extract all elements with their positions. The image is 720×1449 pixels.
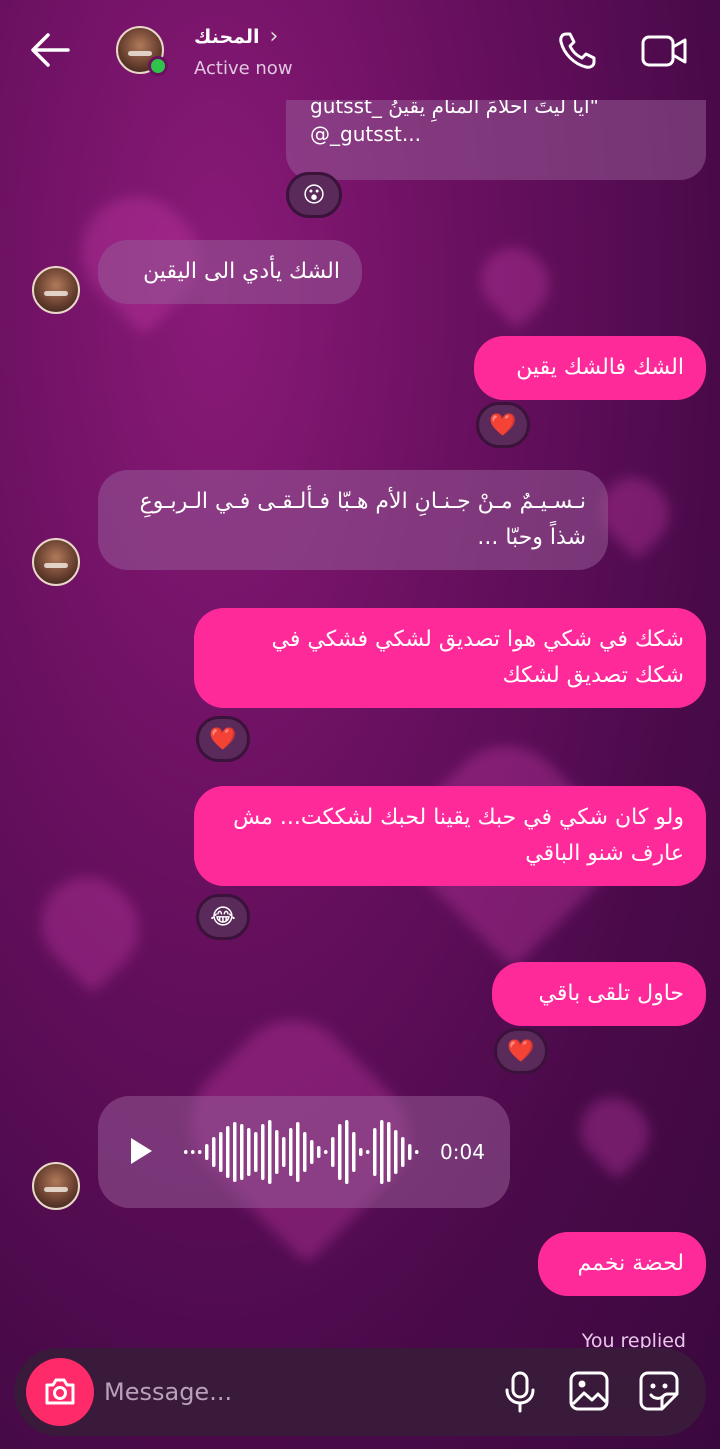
sender-avatar[interactable] — [32, 538, 80, 586]
back-arrow-icon[interactable] — [28, 30, 72, 70]
waveform-bar — [296, 1122, 300, 1182]
background-heart — [467, 234, 563, 330]
message-text: نـسـيـمٌ مـنْ جـنـانِ الأم هـبّا فـألـقـ… — [139, 489, 586, 550]
play-icon[interactable] — [128, 1136, 154, 1166]
sticker-icon[interactable] — [638, 1370, 680, 1412]
waveform-bar — [226, 1126, 230, 1178]
sender-avatar[interactable] — [32, 266, 80, 314]
waveform-bar — [331, 1137, 335, 1167]
active-status: Active now — [194, 58, 293, 79]
message-text: شكك في شكي هوا تصديق لشكي فشكي في شكك تص… — [271, 627, 684, 688]
waveform-bar — [415, 1150, 419, 1154]
waveform-bar — [219, 1132, 223, 1172]
waveform-bar — [380, 1120, 384, 1184]
waveform-bar — [387, 1122, 391, 1182]
heart-emoji: ❤️ — [209, 726, 237, 752]
waveform-bar — [275, 1130, 279, 1174]
surprised-emoji: 😮 — [302, 182, 326, 208]
message-input[interactable] — [104, 1368, 484, 1416]
waveform-bar — [198, 1150, 202, 1154]
waveform-bar — [184, 1150, 188, 1154]
waveform-bar — [317, 1146, 321, 1158]
reply-preview-text: "ايا ليتَ احلامَ المنامِ يقينُ _gutsst — [310, 100, 599, 118]
waveform-bar — [352, 1132, 356, 1172]
waveform-bar — [289, 1128, 293, 1176]
waveform-bar — [268, 1120, 272, 1184]
microphone-icon[interactable] — [500, 1370, 540, 1414]
message-text: حاول تلقى باقي — [538, 981, 684, 1006]
waveform-bar — [205, 1144, 209, 1160]
waveform-bar — [261, 1124, 265, 1180]
online-status-dot — [148, 56, 168, 76]
waveform-bar — [247, 1128, 251, 1176]
chat-header: المحنك › Active now — [0, 0, 720, 100]
background-heart — [567, 1084, 663, 1180]
waveform-bar — [394, 1130, 398, 1174]
outgoing-message-bubble[interactable]: شكك في شكي هوا تصديق لشكي فشكي في شكك تص… — [194, 608, 706, 708]
background-heart — [22, 858, 158, 994]
reply-preview-handle: @_gutsst... — [310, 122, 421, 146]
camera-icon — [45, 1378, 75, 1405]
waveform-bar — [310, 1140, 314, 1164]
heart-emoji: ❤️ — [489, 412, 517, 438]
gallery-image-icon[interactable] — [568, 1370, 610, 1412]
voice-message-bubble[interactable]: 0:04 — [98, 1096, 510, 1208]
waveform-bar — [254, 1132, 258, 1172]
waveform-bar — [212, 1137, 216, 1167]
outgoing-message-bubble[interactable]: الشك فالشك يقين — [474, 336, 706, 400]
reaction-badge[interactable]: ❤️ — [494, 1028, 548, 1074]
waveform-bar — [366, 1150, 370, 1154]
heart-emoji: ❤️ — [507, 1038, 535, 1064]
message-text: ولو كان شكي في حبك يقينا لحبك لشككت... م… — [233, 805, 684, 866]
outgoing-message-bubble[interactable]: لحضة نخمم — [538, 1232, 706, 1296]
waveform-bar — [401, 1137, 405, 1167]
waveform-bar — [191, 1150, 195, 1154]
waveform-bar — [373, 1128, 377, 1176]
reaction-badge[interactable]: ❤️ — [476, 402, 530, 448]
outgoing-message-bubble[interactable]: حاول تلقى باقي — [492, 962, 706, 1026]
audio-waveform[interactable] — [182, 1116, 422, 1188]
laughing-emoji: 😂 — [210, 904, 236, 930]
waveform-bar — [240, 1124, 244, 1180]
waveform-bar — [359, 1148, 363, 1156]
incoming-message-bubble[interactable]: الشك يأدي الى اليقين — [98, 240, 362, 304]
voice-duration: 0:04 — [440, 1140, 485, 1164]
reaction-badge[interactable]: 😮 — [286, 172, 342, 218]
video-call-icon[interactable] — [640, 32, 688, 70]
replied-message-preview[interactable]: "ايا ليتَ احلامَ المنامِ يقينُ _gutsst @… — [286, 100, 706, 180]
waveform-bar — [324, 1150, 328, 1154]
message-text: الشك يأدي الى اليقين — [143, 259, 340, 284]
reaction-badge[interactable]: ❤️ — [196, 716, 250, 762]
phone-call-icon[interactable] — [556, 30, 600, 72]
incoming-message-bubble[interactable]: نـسـيـمٌ مـنْ جـنـانِ الأم هـبّا فـألـقـ… — [98, 470, 608, 570]
message-text: الشك فالشك يقين — [516, 355, 684, 380]
reaction-badge[interactable]: 😂 — [196, 894, 250, 940]
camera-button[interactable] — [26, 1358, 94, 1426]
outgoing-message-bubble[interactable]: ولو كان شكي في حبك يقينا لحبك لشككت... م… — [194, 786, 706, 886]
contact-name-row[interactable]: المحنك › — [194, 24, 278, 49]
waveform-bar — [345, 1120, 349, 1184]
contact-name: المحنك — [194, 25, 260, 48]
message-composer — [14, 1348, 706, 1436]
waveform-bar — [233, 1122, 237, 1182]
chevron-right-icon: › — [269, 24, 279, 49]
sender-avatar[interactable] — [32, 1162, 80, 1210]
message-text: لحضة نخمم — [577, 1251, 684, 1276]
waveform-bar — [408, 1144, 412, 1160]
waveform-bar — [338, 1124, 342, 1180]
waveform-bar — [282, 1137, 286, 1167]
waveform-bar — [303, 1132, 307, 1172]
